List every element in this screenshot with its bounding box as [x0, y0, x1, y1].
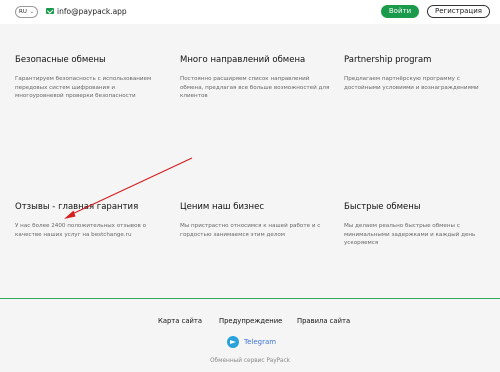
- feature-fast-exchanges: Быстрые обмены Мы делаем реально быстрые…: [344, 202, 494, 248]
- feature-text: Гарантируем безопасность с использование…: [15, 76, 152, 99]
- feature-secure-exchanges: Безопасные обмены Гарантируем безопаснос…: [15, 55, 165, 101]
- language-label: RU: [19, 9, 27, 15]
- feature-text: Предлагаем партнёрскую программу с досто…: [344, 76, 479, 91]
- register-button[interactable]: Регистрация: [427, 5, 490, 18]
- feature-text: Мы пристрастно относимся к нашей работе …: [180, 223, 321, 238]
- feature-reviews: Отзывы - главная гарантия У нас более 24…: [15, 202, 165, 239]
- service-name: Обменный сервис PayPack: [209, 358, 291, 364]
- top-bar: RU ⌄ info@paypack.app Войти Регистрация: [0, 0, 500, 24]
- feature-many-directions: Много направлений обмена Постоянно расши…: [180, 55, 330, 101]
- login-button[interactable]: Войти: [381, 5, 419, 18]
- footer: Карта сайта Предупреждение Правила сайта…: [0, 299, 500, 372]
- footer-link-warning[interactable]: Предупреждение: [219, 317, 282, 326]
- feature-title: Безопасные обмены: [15, 55, 106, 65]
- feature-partnership: Partnership program Предлагаем партнёрск…: [344, 55, 494, 92]
- feature-title: Много направлений обмена: [180, 55, 306, 65]
- feature-text: Постоянно расширяем список направлений о…: [180, 76, 330, 99]
- page: RU ⌄ info@paypack.app Войти Регистрация …: [0, 0, 500, 372]
- feature-title: Отзывы - главная гарантия: [15, 202, 139, 212]
- footer-link-sitemap[interactable]: Карта сайта: [158, 317, 202, 326]
- footer-link-rules[interactable]: Правила сайта: [297, 317, 350, 326]
- feature-value-business: Ценим наш бизнес Мы пристрастно относимс…: [180, 202, 330, 239]
- language-selector[interactable]: RU ⌄: [15, 6, 38, 18]
- mail-icon: [46, 8, 54, 14]
- feature-title: Быстрые обмены: [344, 202, 421, 212]
- contact-email[interactable]: info@paypack.app: [57, 6, 127, 17]
- feature-text: У нас более 2400 положительных отзывов о…: [15, 223, 147, 238]
- telegram-link[interactable]: Telegram: [244, 337, 276, 347]
- feature-text: Мы делаем реально быстрые обмены с миним…: [344, 223, 476, 246]
- feature-title: Ценим наш бизнес: [180, 202, 265, 212]
- chevron-down-icon: ⌄: [29, 9, 34, 15]
- feature-title: Partnership program: [344, 55, 432, 65]
- telegram-icon[interactable]: [227, 336, 239, 348]
